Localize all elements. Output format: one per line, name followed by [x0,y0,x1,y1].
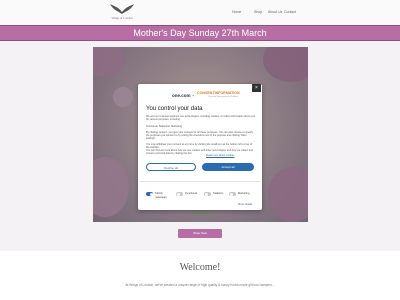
consent-purposes: Functional, Statistical, Marketing [146,125,182,128]
welcome-heading: Welcome! [179,262,221,273]
close-icon[interactable]: × [252,84,261,92]
toggle-statistics[interactable] [204,192,211,196]
toggle-label-functional: Functional [185,192,197,195]
nav-home[interactable]: Home [232,10,241,14]
toggle-label-statistics: Statistics [213,192,224,195]
intro-text: At Wings of London, we've created a uniq… [125,283,275,287]
consent-text-accept: By clicking 'Accept', you give your cons… [146,131,253,141]
partner-logo-sub: Consent Management Platform [208,96,239,98]
logo-text: Wings of London [111,16,133,20]
nav-shop[interactable]: Shop [254,10,262,14]
wings-logo-icon [110,4,134,14]
toggle-label-necessary: necessary [155,196,167,199]
accept-all-button[interactable]: Accept all [202,163,254,171]
toggle-strictly-necessary[interactable] [146,192,153,196]
site-logo[interactable]: Wings of London [102,2,142,23]
consent-text-more: You can find out more about how we use c… [146,149,253,156]
partner-logo: CONSENTINFORMATION [197,91,240,95]
toggle-label-marketing: Marketing [238,192,250,195]
decline-all-button[interactable]: Decline all [146,163,196,171]
site-header: Wings of London Home Shop About Us Conta… [0,0,400,25]
nav-about-us[interactable]: About Us [268,10,282,14]
read-more-link[interactable]: Read more about cookies [206,154,235,157]
divider [140,181,260,182]
show-details-link[interactable]: Show details [238,203,252,206]
nav-contact[interactable]: Contact [284,10,296,14]
consent-title: You control your data [146,106,203,112]
promo-banner: Mother's Day Sunday 27th March [0,25,400,41]
toggle-functional[interactable] [176,192,183,196]
shop-now-button[interactable]: Shop Now [178,229,222,238]
toggle-marketing[interactable] [229,192,236,196]
consent-text-intro: We and our business partners use technol… [146,115,256,122]
plus-icon: + [192,93,195,98]
brand-logo: one.com [172,93,191,98]
